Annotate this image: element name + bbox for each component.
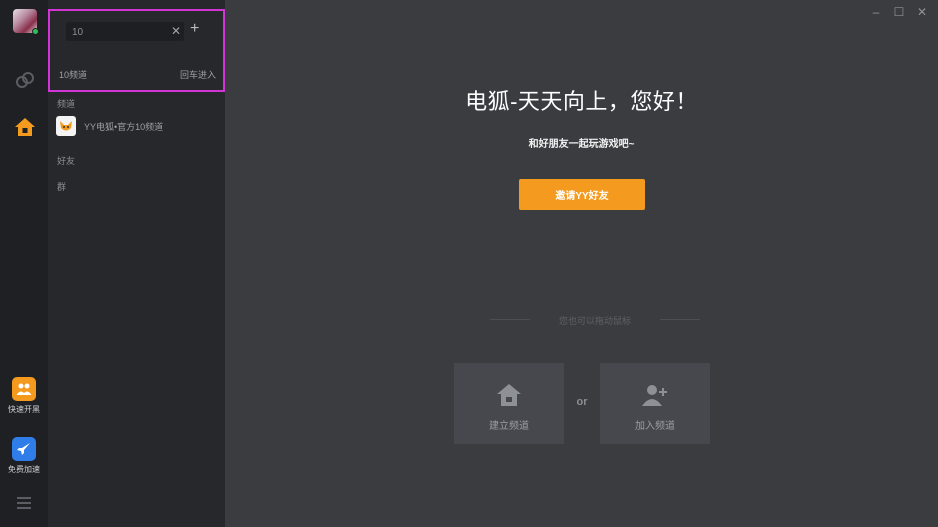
window-controls: – ☐ ✕ — [870, 5, 928, 19]
rocket-icon — [12, 437, 36, 461]
section-friends-header[interactable]: 好友 — [57, 154, 75, 167]
divider-text: 您也可以拖动鼠标 — [558, 316, 631, 326]
minimize-icon[interactable]: – — [870, 5, 882, 19]
clear-icon[interactable]: ✕ — [171, 24, 181, 38]
quick-team-button[interactable]: 快速开黑 — [0, 377, 48, 421]
house-icon — [495, 382, 523, 408]
create-channel-label: 建立频道 — [489, 421, 529, 432]
channel-name: YY电狐•官方10频道 — [84, 121, 164, 132]
maximize-icon[interactable]: ☐ — [893, 5, 905, 19]
add-icon[interactable]: + — [190, 21, 199, 37]
search-area: ✕ + 10频道 回车进入 — [48, 9, 225, 92]
or-text: or — [576, 396, 588, 408]
online-status-dot — [32, 28, 39, 35]
invite-friends-button[interactable]: 邀请YY好友 — [519, 179, 645, 210]
greeting-subtitle: 和好朋友一起玩游戏吧~ — [528, 139, 635, 150]
user-avatar[interactable] — [13, 9, 39, 35]
join-channel-label: 加入频道 — [635, 421, 675, 432]
search-result-name[interactable]: 10频道 — [59, 68, 87, 81]
section-channel-header: 频道 — [57, 99, 76, 109]
channel-panel: ✕ + 10频道 回车进入 频道 YY电狐•官方10频道 好友 群 — [48, 0, 225, 527]
section-groups-header[interactable]: 群 — [57, 180, 66, 193]
search-result-action[interactable]: 回车进入 — [180, 68, 216, 81]
home-icon[interactable] — [14, 116, 36, 138]
left-icon-rail: 快速开黑 免费加速 — [0, 0, 48, 527]
quick-team-label: 快速开黑 — [8, 405, 40, 414]
join-channel-button[interactable]: 加入频道 — [600, 363, 710, 444]
search-input-wrapper — [66, 22, 184, 42]
fox-logo-icon — [56, 116, 76, 136]
gamepad-icon[interactable] — [14, 69, 36, 91]
free-boost-label: 免费加速 — [8, 465, 40, 474]
close-icon[interactable]: ✕ — [916, 5, 928, 19]
main-content: – ☐ ✕ 电狐-天天向上，您好！ 和好朋友一起玩游戏吧~ 邀请YY好友 您也可… — [225, 0, 938, 527]
create-channel-button[interactable]: 建立频道 — [454, 363, 564, 444]
divider-line-right — [660, 319, 700, 320]
add-user-icon — [641, 382, 669, 408]
free-boost-button[interactable]: 免费加速 — [0, 437, 48, 481]
team-icon — [12, 377, 36, 401]
greeting-title: 电狐-天天向上，您好！ — [465, 89, 698, 114]
channel-list-item[interactable]: YY电狐•官方10频道 — [56, 114, 221, 138]
divider-line-left — [490, 319, 530, 320]
search-input[interactable] — [66, 23, 184, 42]
menu-icon[interactable] — [17, 497, 31, 509]
